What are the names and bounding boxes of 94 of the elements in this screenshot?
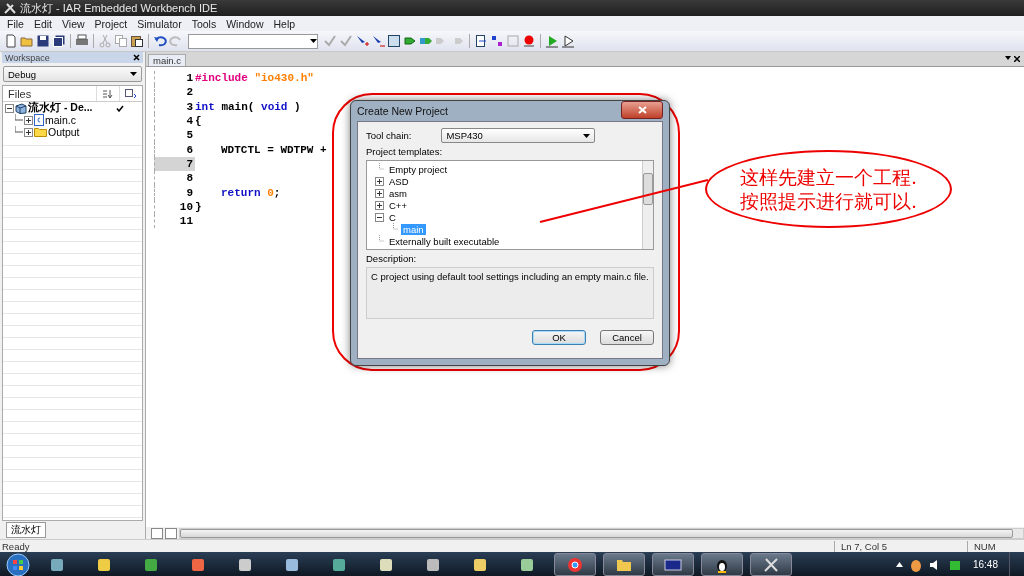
close-button[interactable]: [621, 101, 663, 119]
menu-item[interactable]: View: [57, 17, 90, 30]
horizontal-scrollbar[interactable]: [179, 527, 1024, 539]
minus-box-icon[interactable]: [375, 212, 384, 222]
line-number: 3: [154, 99, 195, 114]
menu-item[interactable]: File: [2, 17, 29, 30]
minus-box-icon[interactable]: [5, 103, 14, 113]
dropdown-arrow-icon[interactable]: [130, 72, 137, 76]
line-number: 4: [154, 113, 195, 129]
line-number: 7: [154, 156, 195, 172]
save-all-icon[interactable]: [52, 34, 66, 48]
tree-item[interactable]: Output: [48, 126, 97, 138]
annotation-text: 这样先建立一个工程.: [739, 165, 917, 189]
code-line: return 0;: [220, 186, 281, 199]
template-item[interactable]: C++: [387, 199, 409, 211]
editor-tab[interactable]: main.c: [148, 54, 186, 66]
plus-box-icon[interactable]: [24, 115, 33, 125]
tools-icon: [3, 1, 16, 15]
code-line: int main( void ): [195, 100, 301, 113]
line-number: 11: [154, 213, 195, 229]
breakpoint-icon[interactable]: [522, 34, 536, 48]
browser-icon[interactable]: [567, 556, 583, 573]
cursor-position: Ln 7, Col 5: [834, 540, 967, 552]
close-icon: [1014, 56, 1020, 62]
tree-item[interactable]: main.c: [45, 114, 97, 126]
scroll-button[interactable]: [151, 527, 163, 539]
print-icon[interactable]: [75, 34, 89, 48]
new-file-icon[interactable]: [4, 34, 18, 48]
dropdown-arrow-icon[interactable]: [310, 39, 317, 43]
plus-box-icon[interactable]: [375, 176, 384, 186]
toolchain-dropdown[interactable]: MSP430: [441, 128, 596, 143]
configuration-dropdown[interactable]: Debug: [3, 66, 142, 82]
menu-item[interactable]: Tools: [186, 17, 222, 30]
menu-item[interactable]: Edit: [28, 17, 57, 30]
cube-icon: [15, 102, 27, 114]
tray-arrow-icon[interactable]: [895, 562, 903, 567]
vertical-scrollbar[interactable]: [642, 161, 653, 249]
menu-item[interactable]: Simulator: [132, 17, 187, 30]
close-icon[interactable]: [133, 54, 140, 61]
save-icon[interactable]: [36, 34, 50, 48]
check-icon[interactable]: [339, 34, 353, 48]
template-item[interactable]: C: [387, 211, 398, 223]
undo-icon[interactable]: [153, 34, 167, 48]
tools-icon[interactable]: [763, 556, 779, 573]
column-header: Files: [7, 86, 33, 101]
code-line: }: [195, 200, 202, 213]
menu-item[interactable]: Project: [89, 17, 133, 30]
code-line: #include "io430.h": [195, 72, 314, 85]
code-line: {: [195, 115, 202, 128]
line-number: 8: [154, 171, 195, 186]
field-label: Tool chain:: [366, 130, 412, 141]
description-text: C project using default tool settings including an empty main.c file.: [371, 271, 649, 282]
chip-window-icon[interactable]: [664, 558, 682, 571]
clock[interactable]: 16:48: [968, 559, 1002, 570]
plus-box-icon[interactable]: [24, 127, 33, 137]
menu-item[interactable]: Help: [268, 17, 301, 30]
template-item[interactable]: Externally built executable: [387, 235, 502, 247]
paste-icon[interactable]: [130, 34, 144, 48]
line-number: 10: [154, 199, 195, 214]
dropdown-arrow-icon[interactable]: [583, 133, 591, 138]
arrow-minus-icon[interactable]: [371, 34, 385, 48]
dialog-button[interactable]: OK: [532, 330, 586, 345]
field-label: Project templates:: [366, 146, 444, 157]
line-number: 2: [154, 85, 195, 100]
arrow-tag-icon[interactable]: [403, 34, 417, 48]
annotation-text: 按照提示进行就可以.: [739, 189, 917, 213]
template-item[interactable]: Empty project: [387, 163, 450, 175]
field-label: Description:: [366, 253, 418, 264]
code-line: WDTCTL = WDTPW +: [220, 143, 327, 156]
window-icon[interactable]: [387, 34, 401, 48]
scroll-button[interactable]: [165, 527, 177, 539]
line-number: 1: [154, 71, 195, 86]
line-number: 9: [154, 185, 195, 200]
template-item[interactable]: asm: [387, 187, 409, 199]
template-item[interactable]: ASD: [387, 175, 411, 187]
workspace-tab[interactable]: 流水灯: [6, 522, 46, 538]
line-number: 5: [154, 128, 195, 143]
play-outline-icon[interactable]: [561, 34, 575, 48]
menu-item[interactable]: Window: [221, 17, 269, 30]
dropdown-arrow-icon: [1005, 56, 1011, 60]
start-orb-icon[interactable]: [6, 552, 30, 576]
line-number: 6: [154, 142, 195, 157]
sort-icon: [102, 88, 114, 99]
arrow-plus-icon[interactable]: [355, 34, 369, 48]
window-title: 流水灯 - IAR Embedded Workbench IDE: [20, 0, 218, 16]
check-icon[interactable]: [323, 34, 337, 48]
plus-box-icon[interactable]: [375, 188, 384, 198]
plus-box-icon[interactable]: [375, 200, 384, 210]
panel-title: Workspace: [5, 52, 50, 63]
status-message: Ready: [1, 540, 31, 552]
dialog-title: Create New Project: [357, 105, 449, 117]
folder-icon[interactable]: [616, 557, 632, 572]
keyboard-mode: NUM: [967, 540, 1024, 552]
dialog-button[interactable]: Cancel: [600, 330, 654, 345]
